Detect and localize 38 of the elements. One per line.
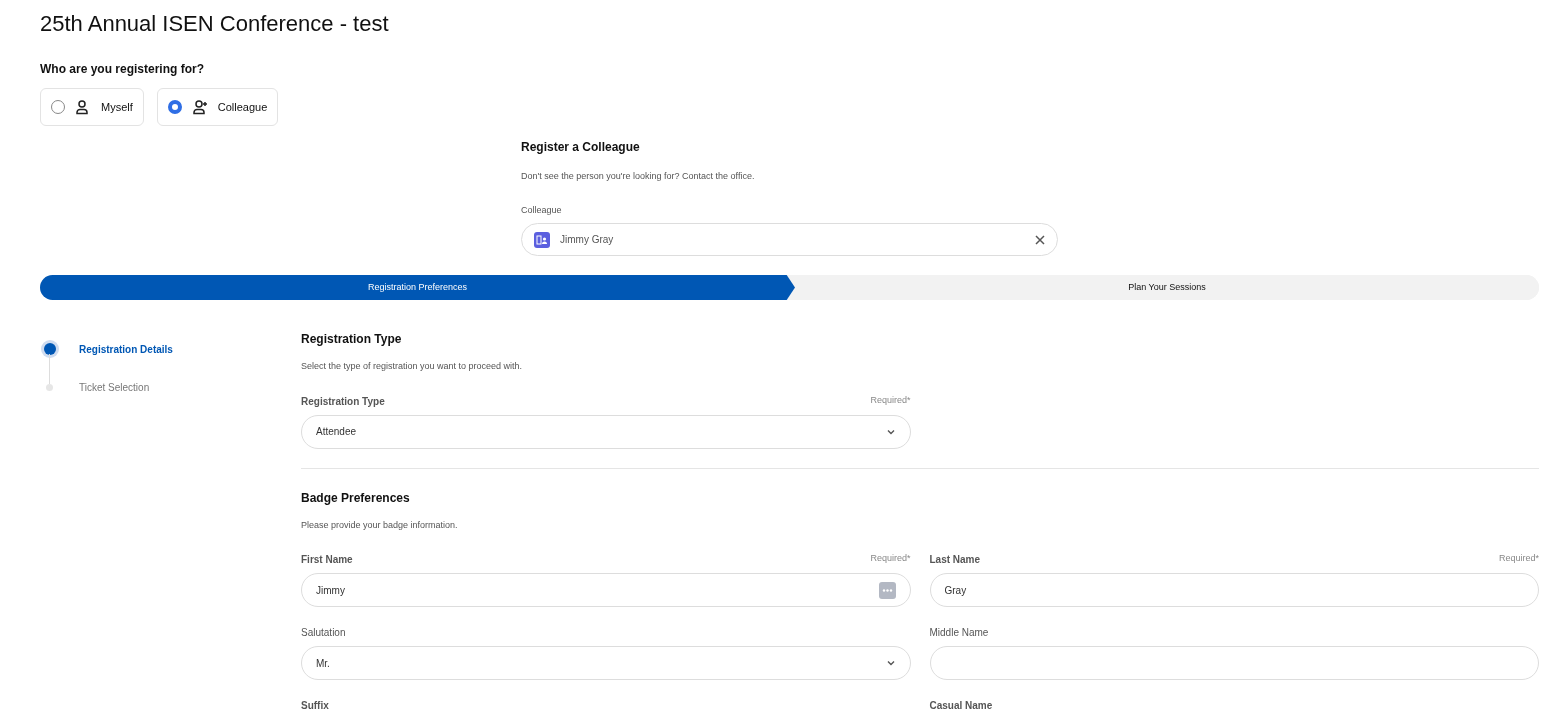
input-field[interactable]: Jimmy (301, 573, 911, 607)
field-label: Last Name (929, 553, 981, 567)
section-heading: Badge Preferences (301, 489, 411, 507)
person-icon (75, 99, 91, 115)
question-label: Who are you registering for? (40, 61, 205, 78)
radio-option[interactable]: Myself (40, 88, 144, 126)
radio-label: Colleague (217, 99, 268, 115)
field-label: Colleague (521, 203, 563, 217)
person-add-icon (191, 99, 208, 115)
section-description: Select the type of registration you want to proceed with. (301, 360, 524, 373)
contact-card-icon (534, 231, 550, 248)
radio-button[interactable] (167, 100, 182, 114)
radio-option[interactable]: Colleague (156, 88, 279, 126)
field-label: Salutation (301, 626, 346, 640)
select-field[interactable]: Attendee (301, 414, 911, 449)
section-hint: Don't see the person you're looking for? Contact the office. (521, 170, 756, 183)
autofill-icon[interactable] (878, 581, 896, 599)
field-label: Casual Name (929, 699, 994, 712)
field-label: Middle Name (929, 626, 989, 640)
step-label[interactable]: Registration Details (79, 341, 173, 357)
radio-label: Myself (101, 99, 133, 115)
field-label: Registration Type (301, 394, 385, 409)
close-icon[interactable] (1035, 234, 1045, 245)
select-field[interactable]: Mr. (301, 646, 911, 680)
input-field[interactable] (929, 646, 1539, 680)
page-title: 25th Annual ISEN Conference - test (40, 10, 390, 38)
progress-step[interactable]: Registration Preferences (40, 275, 795, 300)
field-label: Suffix (301, 699, 330, 712)
required-note: Required* (870, 552, 911, 565)
section-heading: Register a Colleague (521, 139, 641, 156)
section-description: Please provide your badge information. (301, 518, 459, 532)
input-field[interactable]: Gray (929, 573, 1539, 607)
required-note: Required* (870, 393, 911, 407)
chevron-down-icon (885, 658, 896, 668)
required-note: Required* (1498, 552, 1539, 565)
section-heading: Registration Type (301, 331, 403, 348)
step-label[interactable]: Ticket Selection (79, 379, 150, 395)
field-label: First Name (301, 553, 353, 567)
